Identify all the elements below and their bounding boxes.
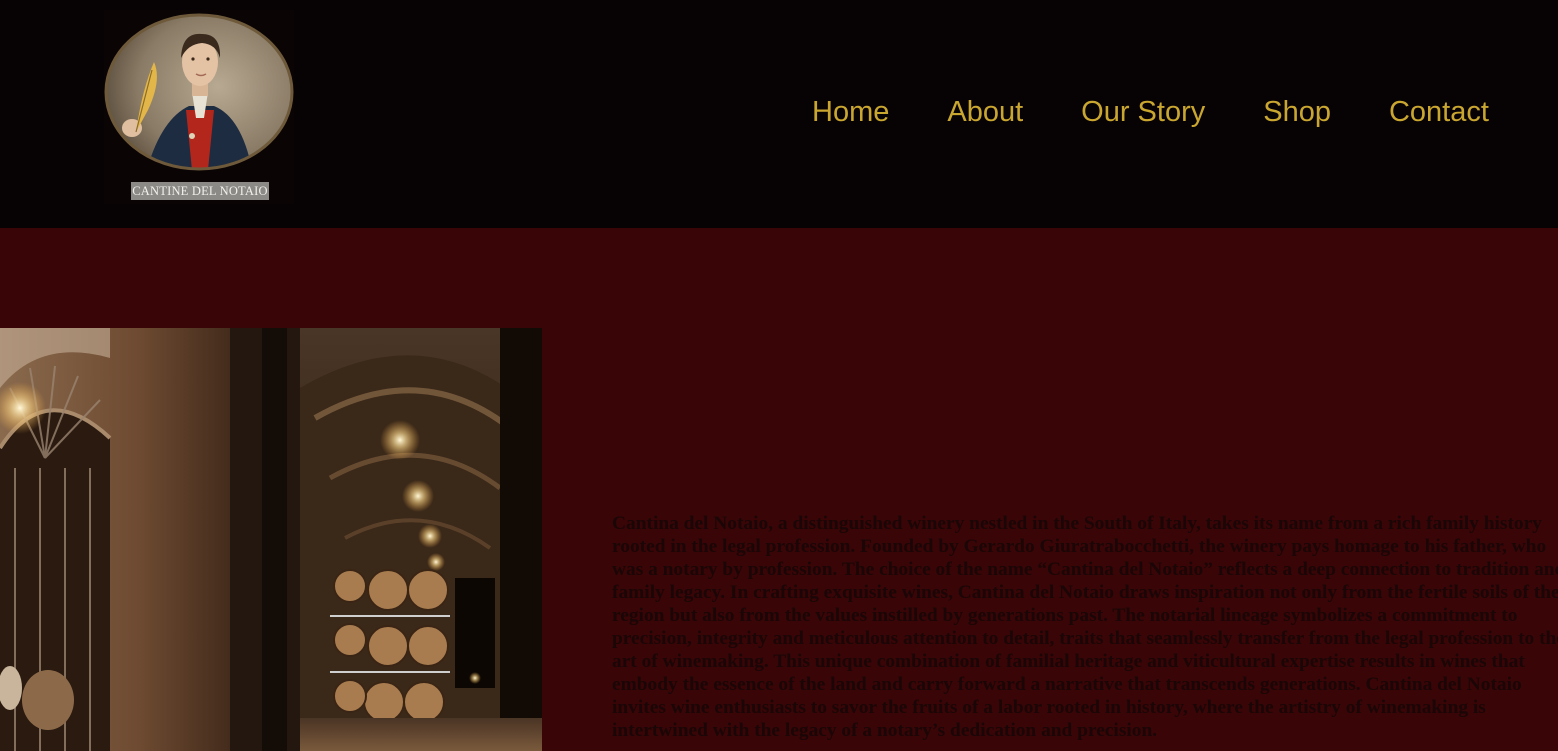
site-header: CANTINE DEL NOTAIO Home About Our Story … bbox=[0, 0, 1558, 228]
logo-caption: CANTINE DEL NOTAIO bbox=[131, 182, 269, 200]
nav-home[interactable]: Home bbox=[812, 94, 889, 130]
notary-portrait-image bbox=[104, 13, 294, 171]
nav-shop[interactable]: Shop bbox=[1263, 94, 1331, 130]
nav-contact[interactable]: Contact bbox=[1389, 94, 1489, 130]
about-paragraph: Cantina del Notaio, a distinguished wine… bbox=[612, 513, 1558, 741]
logo[interactable]: CANTINE DEL NOTAIO bbox=[104, 10, 294, 204]
wine-cellar-image bbox=[0, 328, 542, 751]
nav-about[interactable]: About bbox=[947, 94, 1023, 130]
main-nav: Home About Our Story Shop Contact bbox=[812, 94, 1489, 130]
nav-our-story[interactable]: Our Story bbox=[1081, 94, 1205, 130]
